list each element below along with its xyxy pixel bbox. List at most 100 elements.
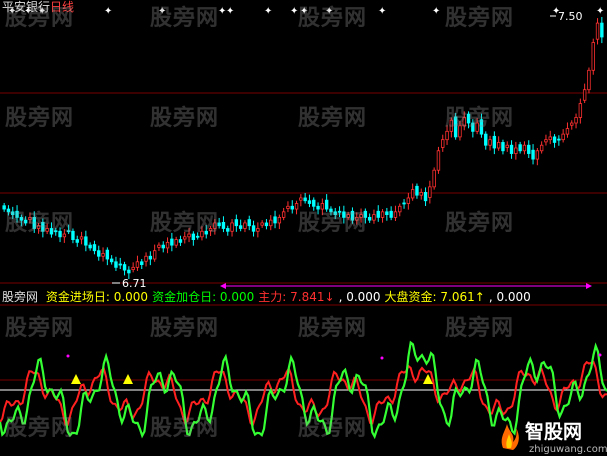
candle	[398, 203, 402, 217]
watermark: 股旁网	[445, 211, 515, 236]
candlestick-series	[2, 16, 604, 280]
candle	[148, 251, 153, 266]
candle	[118, 257, 122, 270]
buy-signal-triangle	[71, 374, 81, 384]
candle	[372, 209, 376, 224]
candle	[505, 141, 509, 152]
candle	[591, 38, 595, 75]
candle	[97, 245, 101, 261]
candle	[393, 205, 398, 221]
candle	[539, 141, 544, 154]
candle	[260, 220, 264, 228]
candle	[441, 134, 445, 152]
indicator-item: 资金进场日: 0.000	[45, 290, 149, 304]
candle	[144, 252, 148, 267]
indicator-item: , 0.000	[338, 290, 381, 304]
buy-signal-triangle	[123, 374, 133, 384]
candle	[522, 141, 527, 155]
candle	[79, 231, 84, 245]
watermark: 股旁网	[150, 6, 220, 31]
star-marker: ✦	[226, 6, 234, 17]
candle	[509, 140, 514, 159]
candle	[570, 120, 574, 130]
candle	[243, 220, 247, 233]
price-low-label: 6.71	[122, 277, 147, 290]
candle	[488, 135, 492, 151]
watermark: 股旁网	[150, 106, 220, 131]
watermark: 股旁网	[150, 211, 220, 236]
candle	[552, 134, 557, 148]
signal-dot	[598, 353, 602, 357]
candle	[484, 131, 488, 150]
candle	[514, 141, 518, 160]
candle	[281, 207, 286, 221]
watermark: 股旁网	[298, 416, 368, 441]
candle	[565, 122, 570, 138]
candle	[140, 259, 144, 270]
candle	[286, 201, 290, 213]
candle	[406, 192, 411, 210]
candle	[419, 188, 423, 200]
star-marker: ✦	[104, 6, 112, 17]
candle	[432, 167, 436, 190]
candle	[273, 210, 277, 229]
candle	[518, 141, 522, 154]
watermark: 股旁网	[5, 6, 75, 31]
candle	[496, 136, 501, 151]
star-marker: ✦	[378, 6, 386, 17]
indicator-source: 股旁网	[2, 290, 39, 304]
candle	[101, 247, 105, 262]
candle	[161, 241, 165, 253]
watermark: 股旁网	[298, 316, 368, 341]
candle	[290, 200, 294, 214]
candle	[238, 219, 243, 232]
candle	[595, 18, 600, 45]
candle	[436, 146, 441, 174]
star-marker: ✦	[432, 6, 440, 17]
candle	[303, 192, 307, 204]
candle	[492, 131, 497, 155]
candle	[574, 113, 578, 129]
candle	[423, 187, 428, 207]
candle	[264, 219, 269, 230]
chart-grid	[0, 92, 607, 391]
candle	[380, 209, 385, 223]
watermark: 股旁网	[445, 6, 515, 31]
candle	[135, 255, 140, 271]
watermark: 股旁网	[150, 316, 220, 341]
candle	[221, 216, 226, 233]
candle	[105, 247, 110, 266]
candle	[410, 183, 415, 201]
candle	[114, 256, 118, 271]
watermark: 股旁网	[298, 6, 368, 31]
candle	[157, 242, 161, 251]
watermark: 股旁网	[5, 416, 75, 441]
candle	[415, 183, 419, 199]
candle	[230, 219, 234, 237]
candle	[367, 213, 372, 223]
candle	[75, 235, 79, 247]
indicator-item: 资金加仓日: 0.000	[152, 290, 255, 304]
candle	[256, 222, 260, 238]
watermark: 股旁网	[445, 316, 515, 341]
candle	[92, 240, 97, 255]
watermark: 股旁网	[5, 316, 75, 341]
signal-dot	[380, 356, 384, 360]
candle	[122, 261, 127, 276]
candle	[269, 215, 273, 231]
candle	[544, 134, 548, 146]
candle	[165, 237, 170, 254]
candle	[178, 235, 183, 246]
price-high-label: 7.50	[558, 10, 583, 23]
candle	[277, 214, 282, 230]
candle	[600, 16, 604, 44]
candle	[376, 205, 380, 222]
indicator-item: 大盘资金: 7.061↑	[384, 290, 485, 304]
candle	[389, 206, 393, 221]
candle	[578, 98, 583, 124]
candle	[402, 199, 406, 209]
range-arrows	[220, 283, 592, 289]
candle	[131, 262, 135, 273]
watermark: 股旁网	[298, 106, 368, 131]
candle	[152, 244, 157, 262]
